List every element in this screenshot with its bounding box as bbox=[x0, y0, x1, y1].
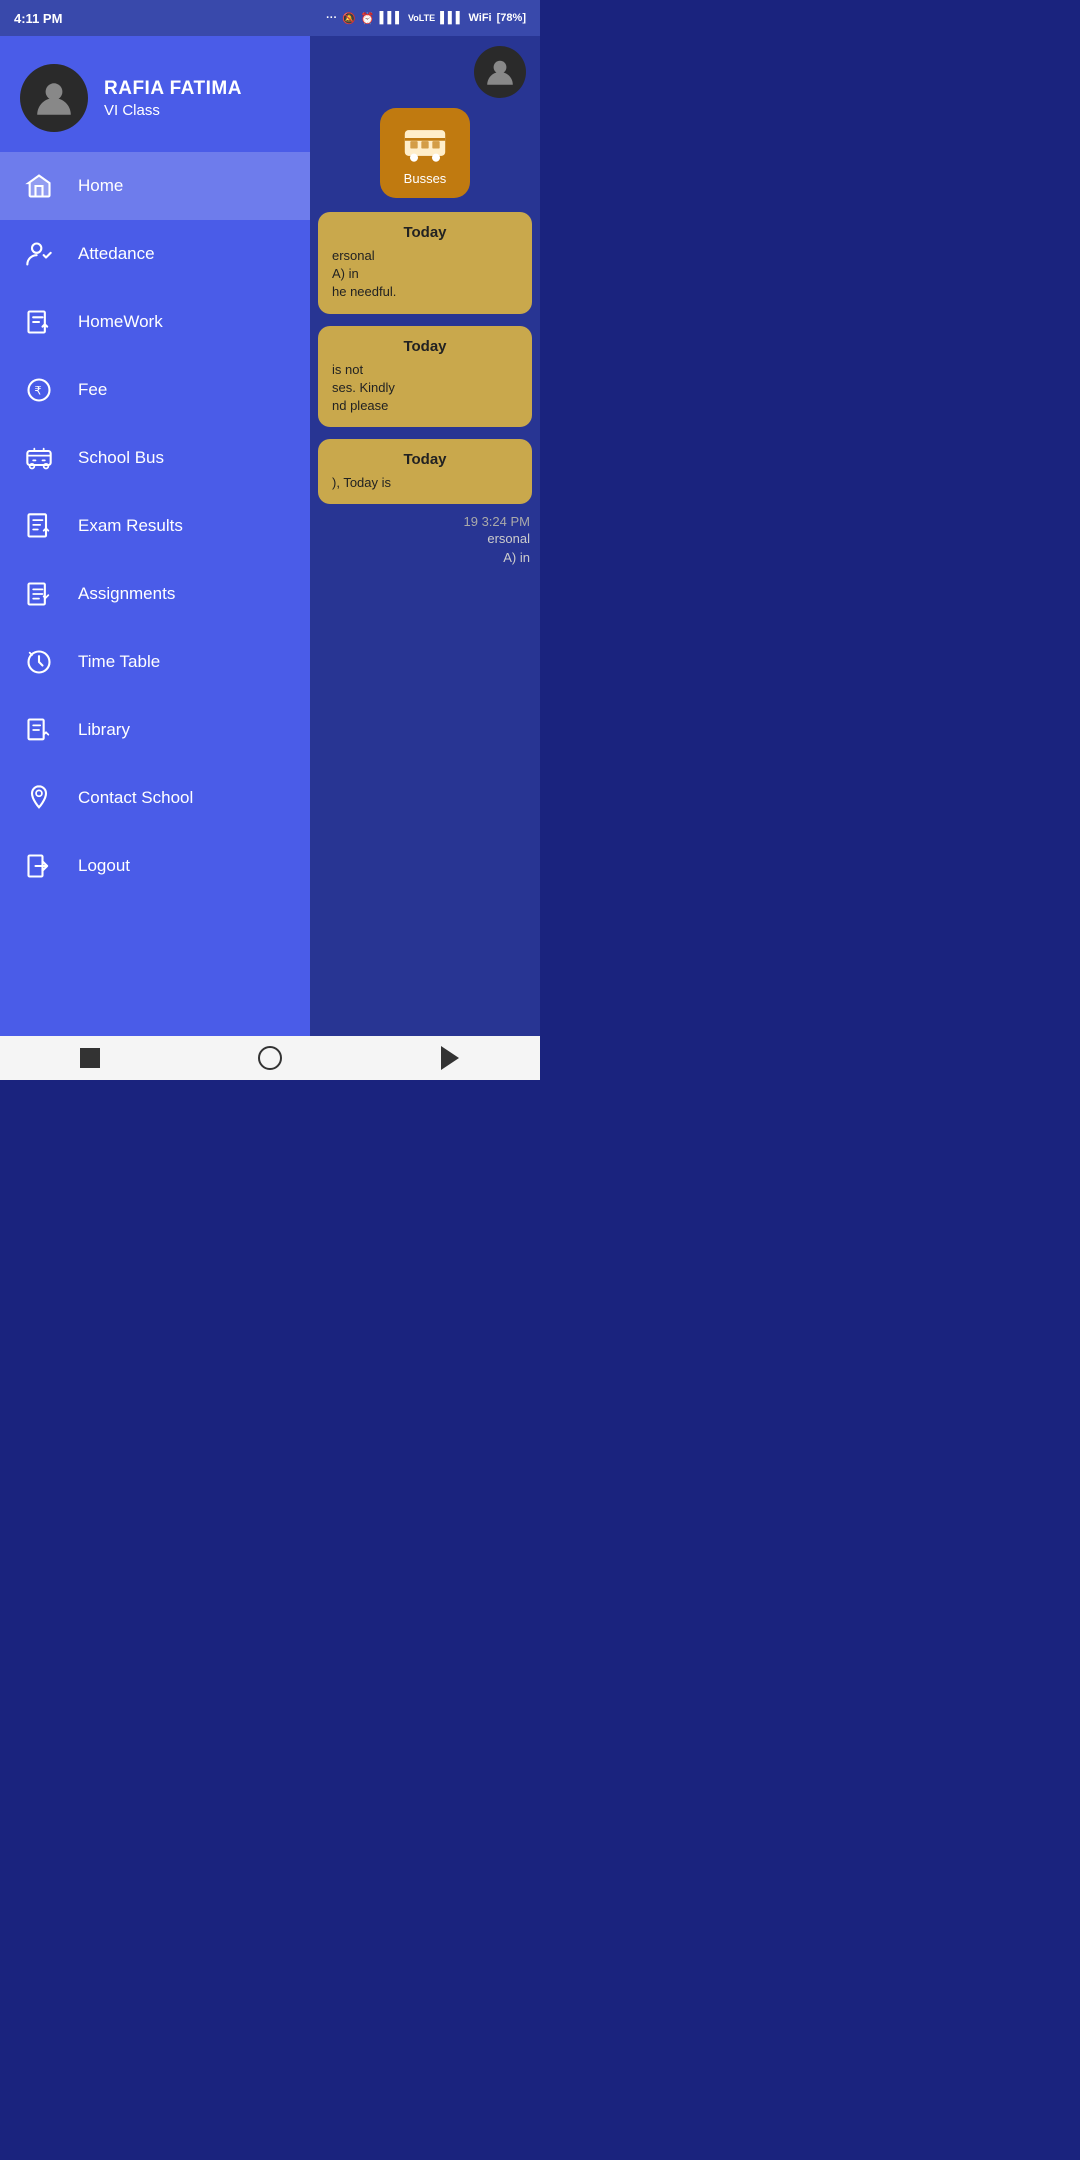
nav-item-assignments[interactable]: Assignments bbox=[0, 560, 310, 628]
top-right-area bbox=[310, 36, 540, 108]
signal-bars2-icon: ▌▌▌ bbox=[440, 12, 463, 24]
nav-item-logout[interactable]: Logout bbox=[0, 832, 310, 900]
volte-icon: VoLTE bbox=[408, 13, 435, 23]
nav-label-assignments: Assignments bbox=[78, 584, 175, 604]
nav-item-homework[interactable]: HomeWork bbox=[0, 288, 310, 356]
nav-item-contactschool[interactable]: Contact School bbox=[0, 764, 310, 832]
nav-item-library[interactable]: Library bbox=[0, 696, 310, 764]
nav-label-attendance: Attedance bbox=[78, 244, 155, 264]
profile-section: RAFIA FATIMA VI Class bbox=[0, 36, 310, 152]
timetable-icon bbox=[22, 645, 56, 679]
signal-dots-icon: ··· bbox=[326, 12, 337, 24]
top-avatar[interactable] bbox=[474, 46, 526, 98]
signal-bars-icon: ▌▌▌ bbox=[380, 12, 403, 24]
square-button[interactable] bbox=[75, 1043, 105, 1073]
nav-label-homework: HomeWork bbox=[78, 312, 163, 332]
nav-item-schoolbus[interactable]: School Bus bbox=[0, 424, 310, 492]
battery-icon: [78%] bbox=[497, 12, 526, 24]
buses-btn-container: Busses bbox=[310, 108, 540, 208]
card-date-2: Today bbox=[332, 338, 518, 355]
right-panel: Busses Today ersonalA) inhe needful. Tod… bbox=[310, 36, 540, 1036]
top-avatar-icon bbox=[484, 56, 516, 88]
examresults-icon bbox=[22, 509, 56, 543]
buses-button[interactable]: Busses bbox=[380, 108, 470, 198]
profile-class: VI Class bbox=[104, 102, 242, 119]
logout-icon bbox=[22, 849, 56, 883]
profile-info: RAFIA FATIMA VI Class bbox=[104, 78, 242, 119]
nav-item-examresults[interactable]: Exam Results bbox=[0, 492, 310, 560]
attendance-icon bbox=[22, 237, 56, 271]
notification-card-2[interactable]: Today is notses. Kindlynd please bbox=[318, 326, 532, 428]
contactschool-icon bbox=[22, 781, 56, 815]
nav-label-examresults: Exam Results bbox=[78, 516, 183, 536]
avatar-icon bbox=[33, 77, 75, 119]
bottom-preview-1: ersonal bbox=[477, 529, 540, 548]
main-layout: RAFIA FATIMA VI Class Home bbox=[0, 36, 540, 1036]
nav-list: Home Attedance bbox=[0, 152, 310, 1036]
nav-label-contactschool: Contact School bbox=[78, 788, 193, 808]
back-button[interactable] bbox=[435, 1043, 465, 1073]
alarm-icon: ⏰ bbox=[361, 12, 375, 25]
nav-item-fee[interactable]: ₹ Fee bbox=[0, 356, 310, 424]
card-text-3: ), Today is bbox=[332, 474, 518, 492]
card-date-1: Today bbox=[332, 224, 518, 241]
square-icon bbox=[80, 1048, 100, 1068]
library-icon bbox=[22, 713, 56, 747]
back-icon bbox=[441, 1046, 459, 1070]
circle-icon bbox=[258, 1046, 282, 1070]
card-text-1: ersonalA) inhe needful. bbox=[332, 247, 518, 302]
homework-icon bbox=[22, 305, 56, 339]
home-icon bbox=[22, 169, 56, 203]
sidebar: RAFIA FATIMA VI Class Home bbox=[0, 36, 310, 1036]
bottom-bar bbox=[0, 1036, 540, 1080]
notification-card-1[interactable]: Today ersonalA) inhe needful. bbox=[318, 212, 532, 314]
status-time: 4:11 PM bbox=[14, 11, 62, 26]
status-icons: ··· 🔕 ⏰ ▌▌▌ VoLTE ▌▌▌ WiFi [78%] bbox=[326, 12, 526, 25]
bottom-timestamp: 19 3:24 PM bbox=[454, 508, 541, 529]
buses-icon bbox=[403, 121, 447, 165]
avatar bbox=[20, 64, 88, 132]
nav-item-home[interactable]: Home bbox=[0, 152, 310, 220]
assignments-icon bbox=[22, 577, 56, 611]
schoolbus-icon bbox=[22, 441, 56, 475]
nav-item-attendance[interactable]: Attedance bbox=[0, 220, 310, 288]
fee-icon: ₹ bbox=[22, 373, 56, 407]
nav-label-fee: Fee bbox=[78, 380, 107, 400]
svg-text:₹: ₹ bbox=[34, 385, 42, 398]
card-date-3: Today bbox=[332, 451, 518, 468]
nav-label-library: Library bbox=[78, 720, 130, 740]
nav-item-timetable[interactable]: Time Table bbox=[0, 628, 310, 696]
buses-label: Busses bbox=[404, 171, 447, 186]
nav-label-schoolbus: School Bus bbox=[78, 448, 164, 468]
nav-label-timetable: Time Table bbox=[78, 652, 160, 672]
nav-label-logout: Logout bbox=[78, 856, 130, 876]
notification-card-3[interactable]: Today ), Today is bbox=[318, 439, 532, 504]
home-button[interactable] bbox=[255, 1043, 285, 1073]
nav-label-home: Home bbox=[78, 176, 123, 196]
status-bar: 4:11 PM ··· 🔕 ⏰ ▌▌▌ VoLTE ▌▌▌ WiFi [78%] bbox=[0, 0, 540, 36]
card-text-2: is notses. Kindlynd please bbox=[332, 361, 518, 416]
cards-area: Today ersonalA) inhe needful. Today is n… bbox=[310, 208, 540, 508]
mute-icon: 🔕 bbox=[342, 12, 356, 25]
bottom-preview-2: A) in bbox=[493, 548, 540, 567]
profile-name: RAFIA FATIMA bbox=[104, 78, 242, 100]
wifi-icon: WiFi bbox=[469, 12, 492, 24]
